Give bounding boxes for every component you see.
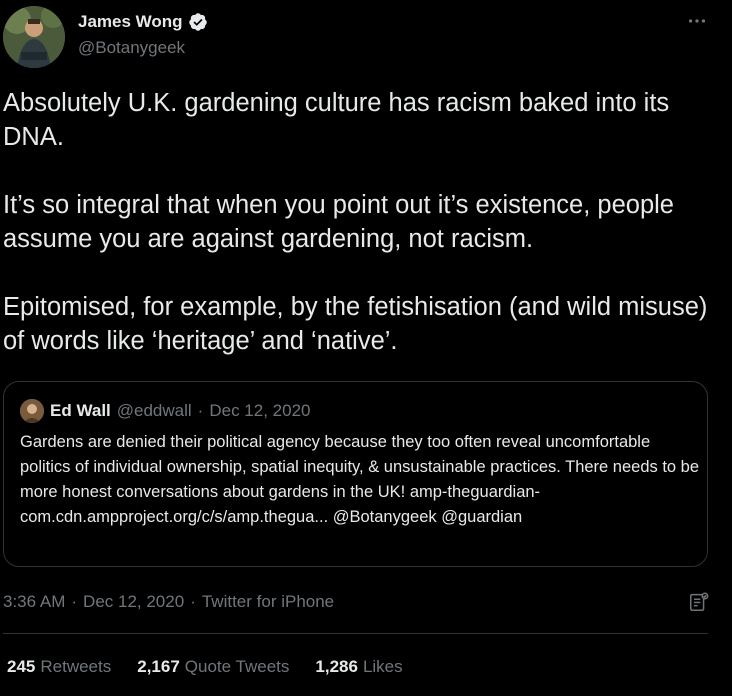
- quote-tweets-stat[interactable]: 2,167 Quote Tweets: [137, 657, 289, 677]
- tweet-metadata: 3:36 AM · Dec 12, 2020 · Twitter for iPh…: [3, 592, 334, 612]
- tweet-paragraph: Absolutely U.K. gardening culture has ra…: [3, 89, 670, 151]
- likes-count: 1,286: [315, 657, 358, 676]
- quoted-tweet-text: Gardens are denied their political agenc…: [20, 433, 700, 526]
- quoted-tweet-card[interactable]: Ed Wall @eddwall · Dec 12, 2020 Gardens …: [3, 381, 708, 567]
- tweet-paragraph: It’s so integral that when you point out…: [3, 191, 674, 253]
- analytics-icon[interactable]: [688, 591, 710, 613]
- quote-tweets-label: Quote Tweets: [184, 657, 290, 676]
- tweet-source[interactable]: Twitter for iPhone: [202, 592, 334, 612]
- meta-separator: ·: [190, 592, 196, 611]
- meta-separator: ·: [71, 592, 78, 611]
- likes-label: Likes: [362, 657, 403, 676]
- author-handle[interactable]: @Botanygeek: [78, 38, 185, 58]
- retweets-label: Retweets: [40, 657, 112, 676]
- tweet-paragraph: Epitomised, for example, by the fetishis…: [3, 293, 708, 355]
- avatar-photo: [3, 6, 65, 68]
- verified-badge-icon: [188, 12, 208, 32]
- more-options-icon[interactable]: [686, 10, 708, 37]
- quoted-author-avatar[interactable]: [20, 399, 44, 423]
- retweets-count: 245: [7, 657, 36, 676]
- quoted-date[interactable]: Dec 12, 2020: [209, 401, 310, 421]
- quoted-author-handle[interactable]: @eddwall: [117, 401, 192, 421]
- author-display-name[interactable]: James Wong: [78, 12, 183, 32]
- author-avatar[interactable]: [3, 6, 65, 68]
- quoted-separator: ·: [197, 401, 204, 420]
- retweets-stat[interactable]: 245 Retweets: [7, 657, 111, 677]
- likes-stat[interactable]: 1,286 Likes: [315, 657, 402, 677]
- tweet-text: Absolutely U.K. gardening culture has ra…: [3, 86, 715, 358]
- tweet-time[interactable]: 3:36 AM: [3, 592, 65, 612]
- engagement-stats: 245 Retweets 2,167 Quote Tweets 1,286 Likes: [7, 657, 403, 677]
- tweet-date[interactable]: Dec 12, 2020: [83, 592, 184, 612]
- quote-tweets-count: 2,167: [137, 657, 180, 676]
- divider: [3, 633, 708, 634]
- quoted-author-name[interactable]: Ed Wall: [50, 401, 111, 421]
